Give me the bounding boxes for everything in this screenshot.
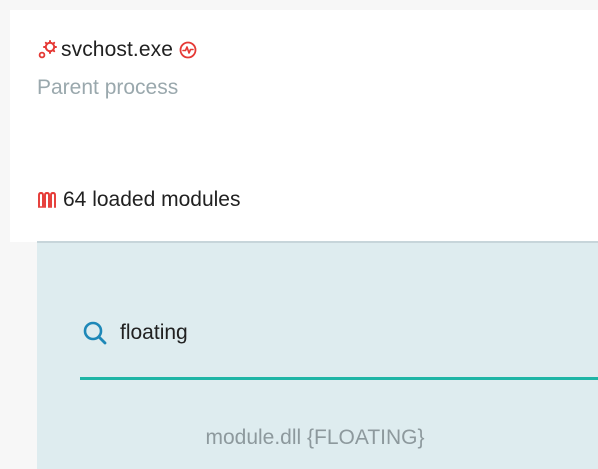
- search-field[interactable]: [82, 316, 560, 350]
- loaded-modules-count: 64 loaded modules: [63, 188, 241, 211]
- search-input-underline: [80, 377, 598, 380]
- parent-process-label: Parent process: [37, 76, 179, 99]
- search-input[interactable]: [120, 318, 560, 348]
- gears-icon: [37, 40, 57, 60]
- loaded-modules-header: 64 loaded modules: [37, 185, 240, 215]
- process-header: svchost.exe: [37, 37, 197, 63]
- list-item[interactable]: module.dll {FLOATING}: [80, 420, 598, 456]
- search-icon: [82, 320, 108, 346]
- modules-icon: [37, 190, 57, 210]
- module-result-label: module.dll {FLOATING}: [205, 426, 425, 449]
- activity-badge-icon: [179, 41, 197, 59]
- process-name[interactable]: svchost.exe: [61, 38, 173, 62]
